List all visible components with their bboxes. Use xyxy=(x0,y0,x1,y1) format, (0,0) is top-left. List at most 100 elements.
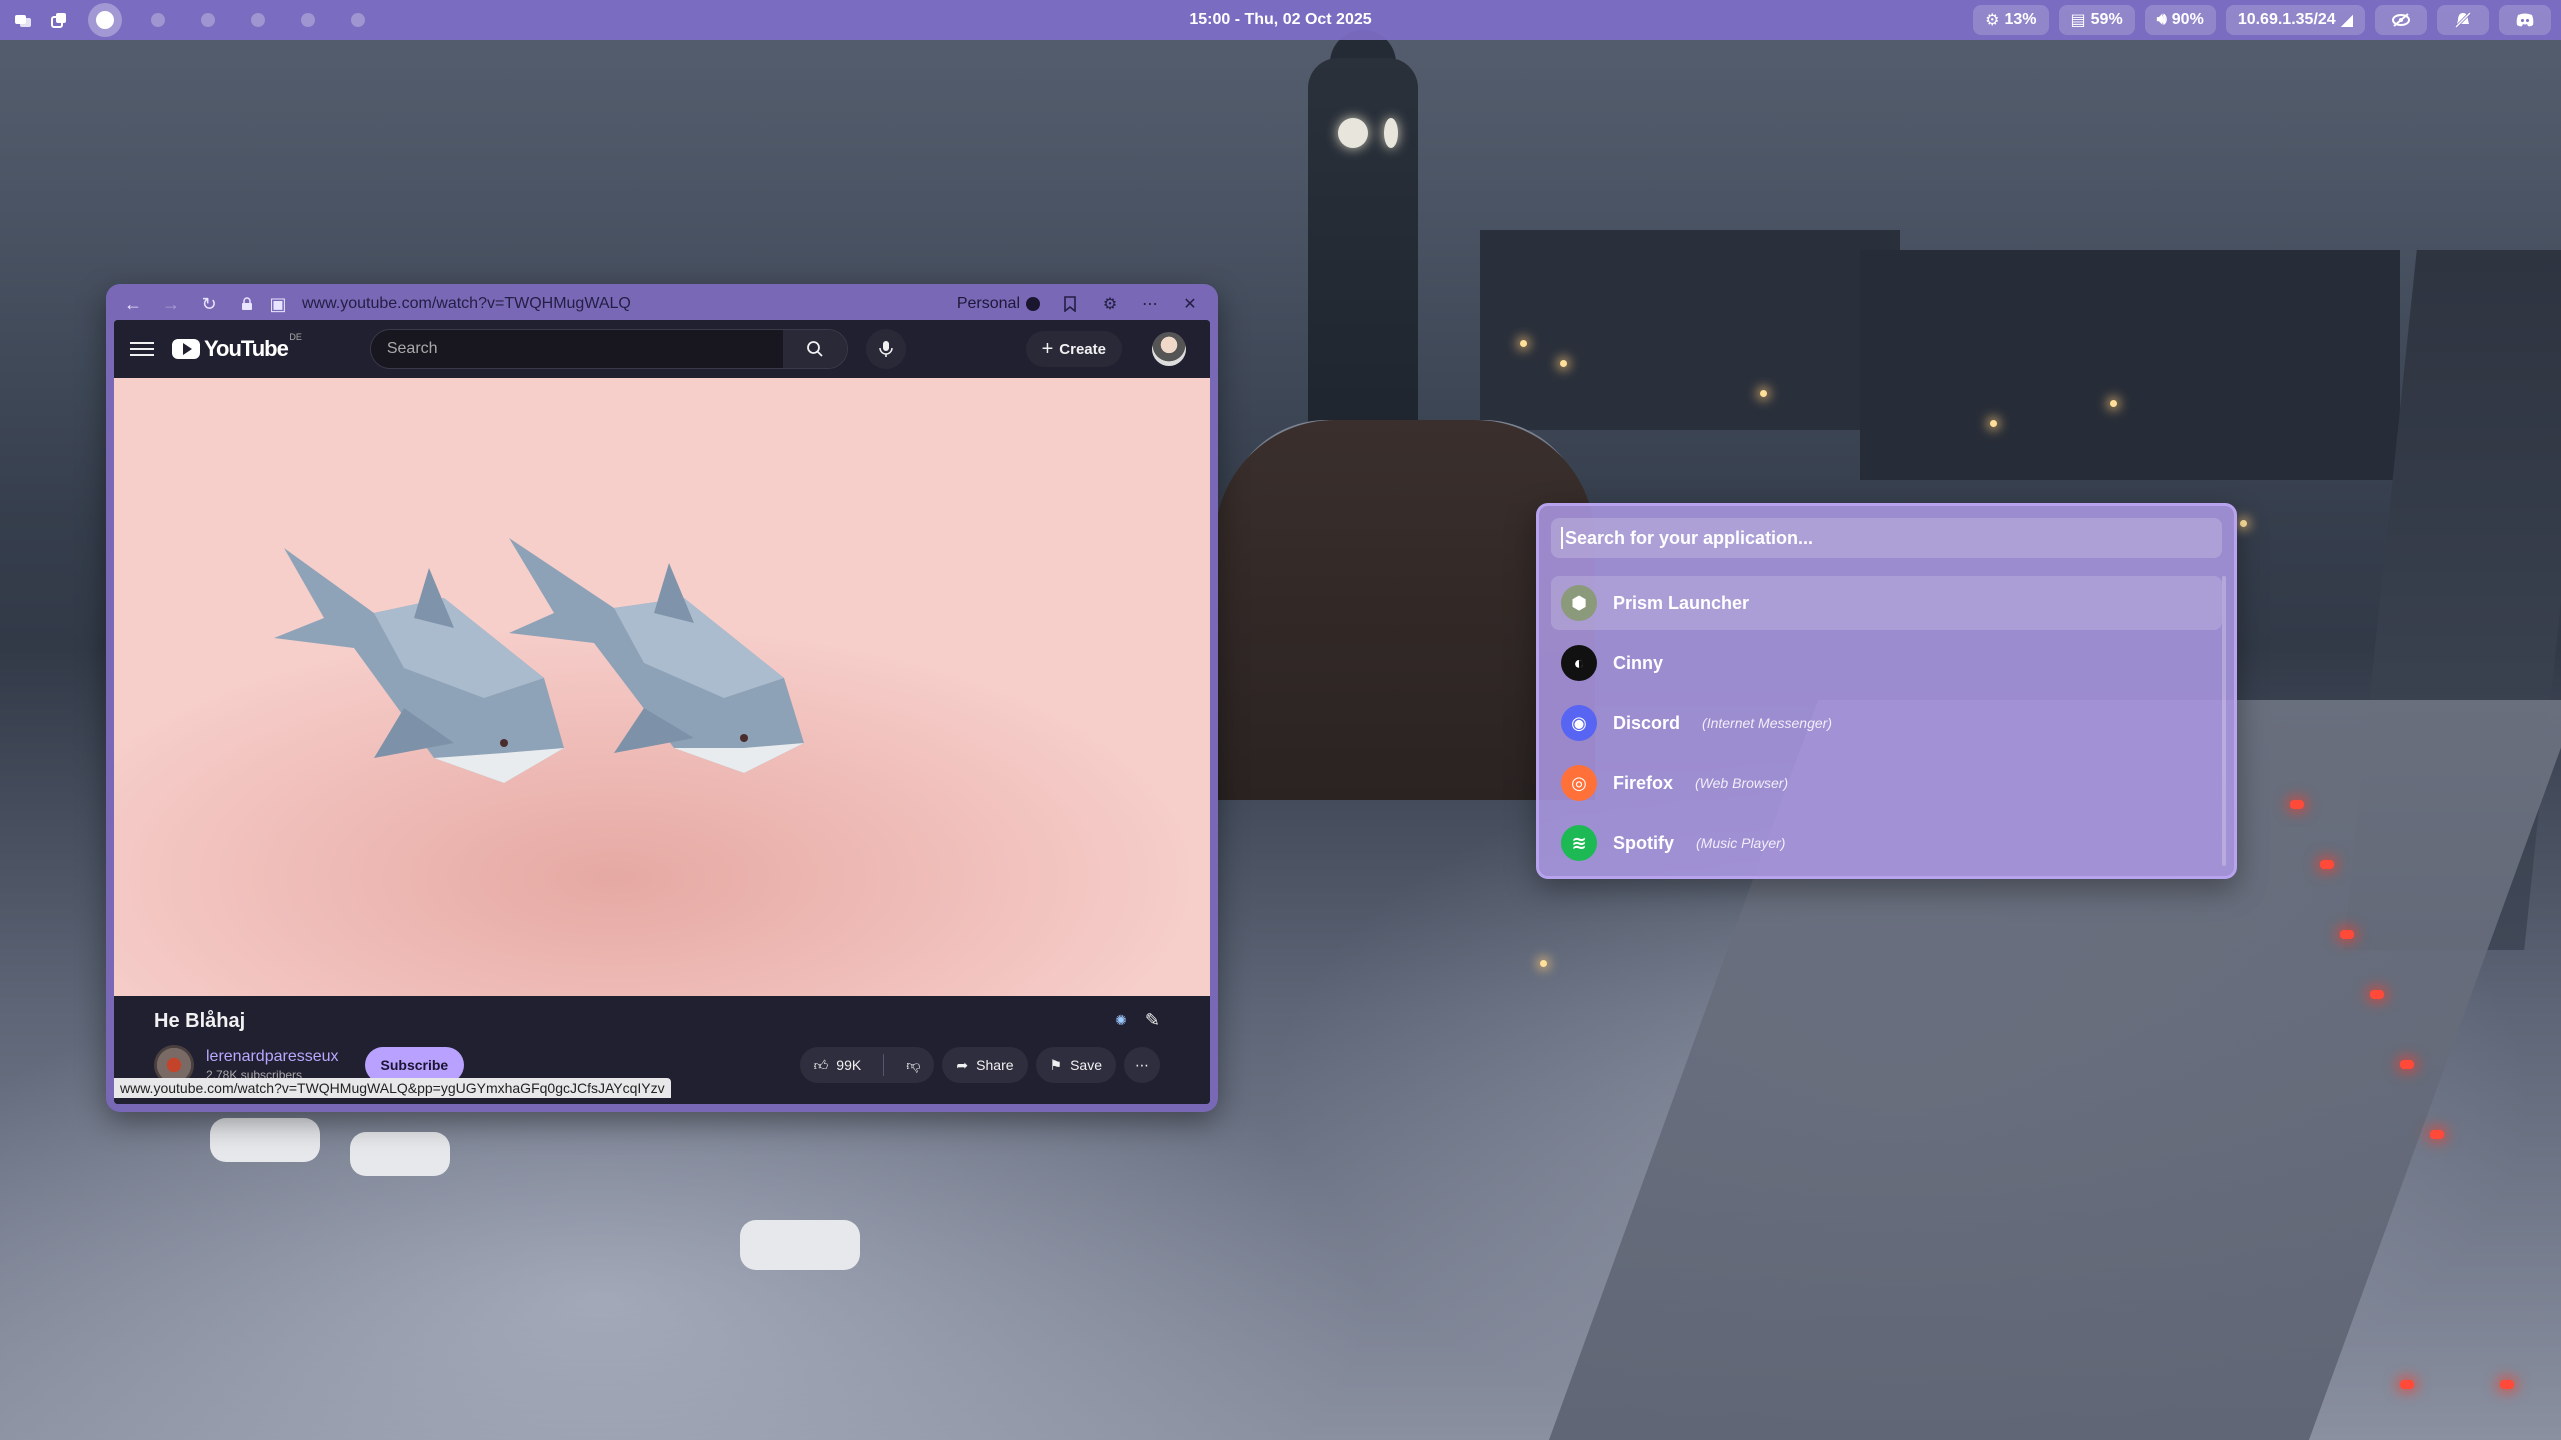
profile-switcher[interactable]: Personal xyxy=(957,295,1040,313)
app-launcher: Search for your application... ⬢ Prism La… xyxy=(1536,503,2237,879)
app-item-spotify[interactable]: ≋ Spotify (Music Player) xyxy=(1551,816,2222,870)
search-input[interactable]: Search xyxy=(370,330,783,368)
app-search-input[interactable]: Search for your application... xyxy=(1551,518,2222,558)
launcher-icon[interactable] xyxy=(12,9,34,31)
app-description: (Music Player) xyxy=(1696,835,1786,851)
volume-icon: 🔊︎ xyxy=(2156,11,2167,28)
youtube-logo-text: YouTube xyxy=(204,336,289,361)
memory-icon: ▤ xyxy=(2070,12,2086,29)
workspace-5[interactable] xyxy=(301,13,315,27)
search-box: Search xyxy=(369,329,848,369)
car xyxy=(210,1118,320,1162)
search-button[interactable] xyxy=(782,330,847,368)
cpu-icon: ⚙ xyxy=(1985,12,2000,29)
launcher-scrollbar[interactable] xyxy=(2222,576,2226,866)
background-building xyxy=(1480,230,1900,430)
top-bar: 15:00 - Thu, 02 Oct 2025 ⚙ 13% ▤ 59% 🔊︎ … xyxy=(0,0,2561,40)
text-caret xyxy=(1561,527,1563,549)
cpu-indicator[interactable]: ⚙ 13% xyxy=(1973,5,2049,35)
account-avatar[interactable] xyxy=(1152,332,1186,366)
forward-icon[interactable]: → xyxy=(154,290,188,318)
memory-indicator[interactable]: ▤ 59% xyxy=(2058,5,2135,35)
car-taillight xyxy=(2400,1060,2414,1069)
page-info-icon[interactable]: ▣ xyxy=(268,290,288,318)
close-icon[interactable]: ✕ xyxy=(1172,290,1208,318)
address-bar[interactable]: www.youtube.com/watch?v=TWQHMugWALQ xyxy=(302,295,953,313)
dislike-button[interactable]: 👎︎ xyxy=(892,1047,934,1083)
reload-icon[interactable]: ↻ xyxy=(192,290,226,318)
car-taillight xyxy=(2320,860,2334,869)
app-search-placeholder: Search for your application... xyxy=(1565,527,1814,548)
workspace-2[interactable] xyxy=(151,13,165,27)
street-light xyxy=(1990,420,1997,427)
workspace-3[interactable] xyxy=(201,13,215,27)
search-icon xyxy=(806,341,823,357)
network-value: 10.69.1.35/24 xyxy=(2237,11,2336,28)
car-taillight xyxy=(2370,990,2384,999)
app-item-cinny[interactable]: ◐ Cinny xyxy=(1551,636,2222,690)
street-light xyxy=(2110,400,2117,407)
eye-off-icon[interactable] xyxy=(2375,5,2427,35)
app-name: Discord xyxy=(1613,712,1681,733)
app-description: (Web Browser) xyxy=(1695,775,1789,791)
network-indicator[interactable]: 10.69.1.35/24 ◢ xyxy=(2225,5,2365,35)
region-code: DE xyxy=(289,332,302,342)
like-dislike-group: 👍︎ 99K 👎︎ xyxy=(799,1047,935,1083)
create-label: Create xyxy=(1059,340,1106,358)
more-actions-icon[interactable]: ⋯ xyxy=(1124,1047,1160,1083)
ai-summary-icon[interactable]: ✺ xyxy=(1115,1012,1127,1029)
edit-icon[interactable]: ✎ xyxy=(1145,1010,1160,1031)
car-taillight xyxy=(2500,1380,2514,1389)
workspace-4[interactable] xyxy=(251,13,265,27)
like-count: 99K xyxy=(836,1057,862,1073)
share-button[interactable]: ➦ Share xyxy=(942,1047,1028,1083)
tower-clock-face xyxy=(1384,118,1398,148)
app-item-discord[interactable]: ◉ Discord (Internet Messenger) xyxy=(1551,696,2222,750)
lock-icon[interactable] xyxy=(230,290,264,318)
car xyxy=(350,1132,450,1176)
hamburger-menu-icon[interactable] xyxy=(130,342,154,356)
workspace-1[interactable] xyxy=(88,3,122,37)
background-building xyxy=(1860,250,2400,480)
workspace-6[interactable] xyxy=(351,13,365,27)
video-player[interactable] xyxy=(114,378,1210,996)
thumbs-up-icon: 👍︎ xyxy=(813,1056,829,1073)
app-item-prism-launcher[interactable]: ⬢ Prism Launcher xyxy=(1551,576,2222,630)
car-taillight xyxy=(2290,800,2304,809)
tower-clock-face xyxy=(1338,118,1368,148)
cpu-value: 13% xyxy=(2004,11,2037,28)
youtube-logo[interactable]: YouTube DE xyxy=(172,332,302,362)
channel-name[interactable]: lerenardparesseux xyxy=(206,1048,339,1066)
extensions-icon[interactable]: ⚙ xyxy=(1092,290,1128,318)
volume-value: 90% xyxy=(2171,11,2204,28)
prism-icon: ⬢ xyxy=(1561,585,1597,621)
app-description: (Internet Messenger) xyxy=(1702,715,1832,731)
volume-indicator[interactable]: 🔊︎ 90% xyxy=(2144,5,2216,35)
windows-icon[interactable] xyxy=(48,9,70,31)
bookmark-icon[interactable] xyxy=(1052,290,1088,318)
back-icon[interactable]: ← xyxy=(116,290,150,318)
microphone-icon[interactable] xyxy=(865,329,906,369)
app-list: ⬢ Prism Launcher ◐ Cinny ◉ Discord (Internet M… xyxy=(1551,576,2222,870)
video-title: He Blåhaj xyxy=(154,1010,246,1032)
spotify-icon: ≋ xyxy=(1561,825,1597,861)
youtube-play-icon xyxy=(172,339,200,359)
plus-icon: + xyxy=(1041,337,1054,360)
discord-tray-icon[interactable] xyxy=(2499,5,2551,35)
create-button[interactable]: + Create xyxy=(1025,331,1122,367)
youtube-header: YouTube DE Search + Create xyxy=(114,320,1210,378)
clock-tower xyxy=(1308,58,1418,438)
menu-icon[interactable]: ⋯ xyxy=(1132,290,1168,318)
share-label: Share xyxy=(976,1057,1014,1073)
app-item-firefox[interactable]: ◎ Firefox (Web Browser) xyxy=(1551,756,2222,810)
notifications-off-icon[interactable] xyxy=(2437,5,2489,35)
street-light xyxy=(1540,960,1547,967)
app-name: Firefox xyxy=(1613,772,1674,793)
like-button[interactable]: 👍︎ 99K xyxy=(800,1047,876,1083)
thumbs-down-icon: 👎︎ xyxy=(906,1056,921,1073)
save-button[interactable]: ⚑ Save xyxy=(1035,1047,1116,1083)
car-taillight xyxy=(2340,930,2354,939)
link-preview-status: www.youtube.com/watch?v=TWQHMugWALQ&pp=y… xyxy=(114,1078,671,1098)
car xyxy=(740,1220,860,1270)
firefox-icon: ◎ xyxy=(1561,765,1597,801)
